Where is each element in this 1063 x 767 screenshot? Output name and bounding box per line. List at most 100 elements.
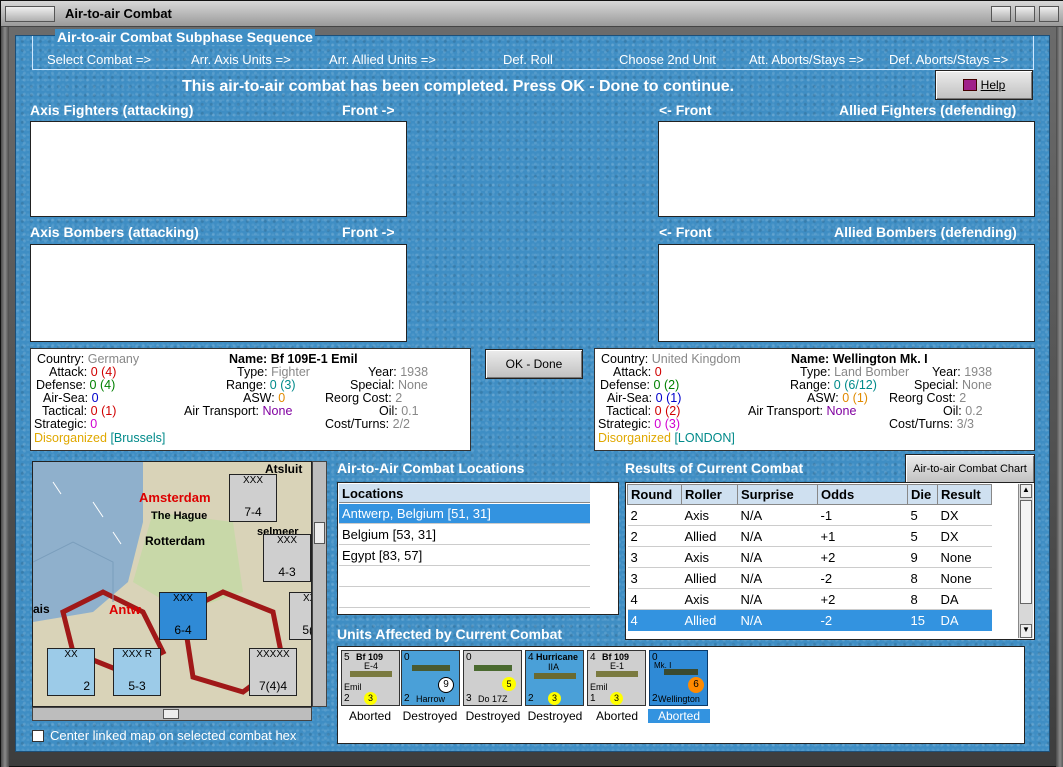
map-counter-5-bottom: 2 <box>83 679 90 693</box>
sequence-title: Air-to-air Combat Subphase Sequence <box>55 29 315 45</box>
map-counter-6[interactable]: XXX R 5-3 <box>113 648 161 696</box>
allied-bombers-box[interactable] <box>658 244 1035 342</box>
air-combat-chart-button[interactable]: Air-to-air Combat Chart <box>905 454 1035 484</box>
map-counter-1[interactable]: XXX 7-4 <box>229 474 277 522</box>
results-scrollbar[interactable]: ▲ ▼ <box>1018 484 1033 638</box>
scroll-up-icon[interactable]: ▲ <box>1020 484 1032 498</box>
unit-counter-2[interactable]: 0 9 2 Harrow <box>401 650 460 706</box>
axis-name: Bf 109E-1 Emil <box>270 352 358 366</box>
mini-map[interactable]: Amsterdam The Hague Rotterdam Antw ais A… <box>32 461 312 707</box>
unit-counter-5[interactable]: 4 Bf 109 E-1 Emil 1 3 <box>587 650 646 706</box>
axis-fighters-front: Front -> <box>342 102 395 118</box>
map-counter-2[interactable]: XXX 4-3 <box>263 534 311 582</box>
axis-reorg-label: Reorg Cost: <box>325 391 392 405</box>
map-counter-3[interactable]: XXX 6-4 <box>159 592 207 640</box>
locations-list[interactable]: Locations Antwerp, Belgium [51, 31] Belg… <box>337 482 619 615</box>
unit-counter-1[interactable]: 5 Bf 109 E-4 Emil 2 3 <box>341 650 400 706</box>
unit-1-bl: 2 <box>344 693 350 704</box>
cell: 2 <box>627 504 682 526</box>
col-odds[interactable]: Odds <box>817 484 908 505</box>
axis-status: Disorganized <box>34 431 107 445</box>
allied-name-label: Name: <box>791 352 830 366</box>
allied-attack-label: Attack: <box>613 365 652 379</box>
table-row[interactable]: 4 Axis N/A +2 8 DA <box>627 588 992 610</box>
scroll-down-icon[interactable]: ▼ <box>1020 624 1032 638</box>
table-row[interactable]: 2 Allied N/A +1 5 DX <box>627 525 992 547</box>
axis-defense-paren: (4) <box>99 378 116 392</box>
axis-special-label: Special: <box>350 378 395 392</box>
axis-tactical-paren: (1) <box>101 404 117 418</box>
map-horizontal-scrollbar[interactable] <box>32 707 312 721</box>
seq-def-roll: Def. Roll <box>503 52 553 67</box>
map-vscroll-thumb[interactable] <box>314 522 325 544</box>
map-counter-2-bottom: 4-3 <box>278 565 296 579</box>
axis-strategic: 0 <box>90 417 98 431</box>
status-banner: This air-to-air combat has been complete… <box>182 78 735 95</box>
allied-defense-label: Defense: <box>600 378 651 392</box>
allied-strategic: 0 <box>654 417 662 431</box>
cell: 8 <box>907 567 938 589</box>
map-vertical-scrollbar[interactable] <box>312 461 327 707</box>
unit-1-tl: 5 <box>344 652 350 663</box>
minimize-button[interactable] <box>991 6 1011 22</box>
cell: +1 <box>817 525 908 547</box>
axis-defense-label: Defense: <box>36 378 87 392</box>
unit-counter-6[interactable]: 0 Mk. I 6 2 Wellington <box>649 650 708 706</box>
col-die[interactable]: Die <box>907 484 938 505</box>
maximize-button[interactable] <box>1015 6 1035 22</box>
unit-1-status: Aborted <box>348 709 392 723</box>
axis-name-label: Name: <box>229 352 268 366</box>
center-map-label: Center linked map on selected combat hex <box>50 728 297 743</box>
cell: N/A <box>737 525 818 547</box>
axis-type-label: Type: <box>237 365 268 379</box>
axis-location: [Brussels] <box>110 431 166 445</box>
location-item[interactable]: Antwerp, Belgium [51, 31] <box>339 504 590 524</box>
table-row[interactable]: 2 Axis N/A -1 5 DX <box>627 504 992 526</box>
unit-5-tl: 4 <box>590 652 596 663</box>
results-scroll-thumb[interactable] <box>1020 500 1032 604</box>
axis-bombers-box[interactable] <box>30 244 407 342</box>
axis-attack-paren: (4) <box>101 365 117 379</box>
col-roller[interactable]: Roller <box>681 484 738 505</box>
map-hscroll-thumb[interactable] <box>163 709 179 719</box>
location-item[interactable]: Egypt [83, 57] <box>339 546 590 566</box>
unit-2-nick: Harrow <box>416 694 446 704</box>
map-counter-7[interactable]: XXXXX 7(4)4 <box>249 648 297 696</box>
cell: Allied <box>681 525 738 547</box>
table-row[interactable]: 3 Axis N/A +2 9 None <box>627 546 992 568</box>
col-result[interactable]: Result <box>937 484 992 505</box>
unit-4-name: Hurricane <box>536 652 579 662</box>
table-row-selected[interactable]: 4 Allied N/A -2 15 DA <box>627 609 992 631</box>
aircraft-icon <box>412 665 450 671</box>
map-counter-4[interactable]: XXX 5(2) <box>289 592 311 640</box>
col-surprise[interactable]: Surprise <box>737 484 818 505</box>
map-counter-5[interactable]: XX 2 <box>47 648 95 696</box>
cell: Axis <box>681 546 738 568</box>
unit-counter-3[interactable]: 0 5 3 Do 17Z <box>463 650 522 706</box>
map-counter-7-bottom: 7(4)4 <box>258 679 287 693</box>
unit-3-bl: 3 <box>466 693 472 704</box>
title-bar[interactable]: Air-to-air Combat <box>1 1 1063 27</box>
aircraft-icon <box>474 665 512 671</box>
cell: DA <box>940 612 959 628</box>
unit-1-nick: Emil <box>344 682 362 692</box>
close-button[interactable] <box>1039 6 1059 22</box>
aircraft-icon <box>664 669 698 675</box>
help-button[interactable]: Help <box>935 70 1033 100</box>
location-item[interactable]: Belgium [53, 31] <box>339 525 590 545</box>
axis-oil-label: Oil: <box>379 404 398 418</box>
system-menu-button[interactable] <box>5 6 55 22</box>
unit-3-status: Destroyed <box>465 709 521 723</box>
cell: 9 <box>907 546 938 568</box>
table-row[interactable]: 3 Allied N/A -2 8 None <box>627 567 992 589</box>
allied-fighters-box[interactable] <box>658 121 1035 217</box>
results-table: Round Roller Surprise Odds Die Result 2 … <box>627 484 992 631</box>
center-map-checkbox[interactable] <box>32 730 44 742</box>
ok-done-button[interactable]: OK - Done <box>485 349 583 379</box>
unit-2-status: Destroyed <box>402 709 458 723</box>
unit-counter-4[interactable]: 4 Hurricane IIA 2 3 <box>525 650 584 706</box>
axis-fighters-box[interactable] <box>30 121 407 217</box>
map-counter-4-top: XXX <box>302 593 311 604</box>
col-round[interactable]: Round <box>627 484 682 505</box>
map-counter-1-top: XXX <box>242 475 263 486</box>
